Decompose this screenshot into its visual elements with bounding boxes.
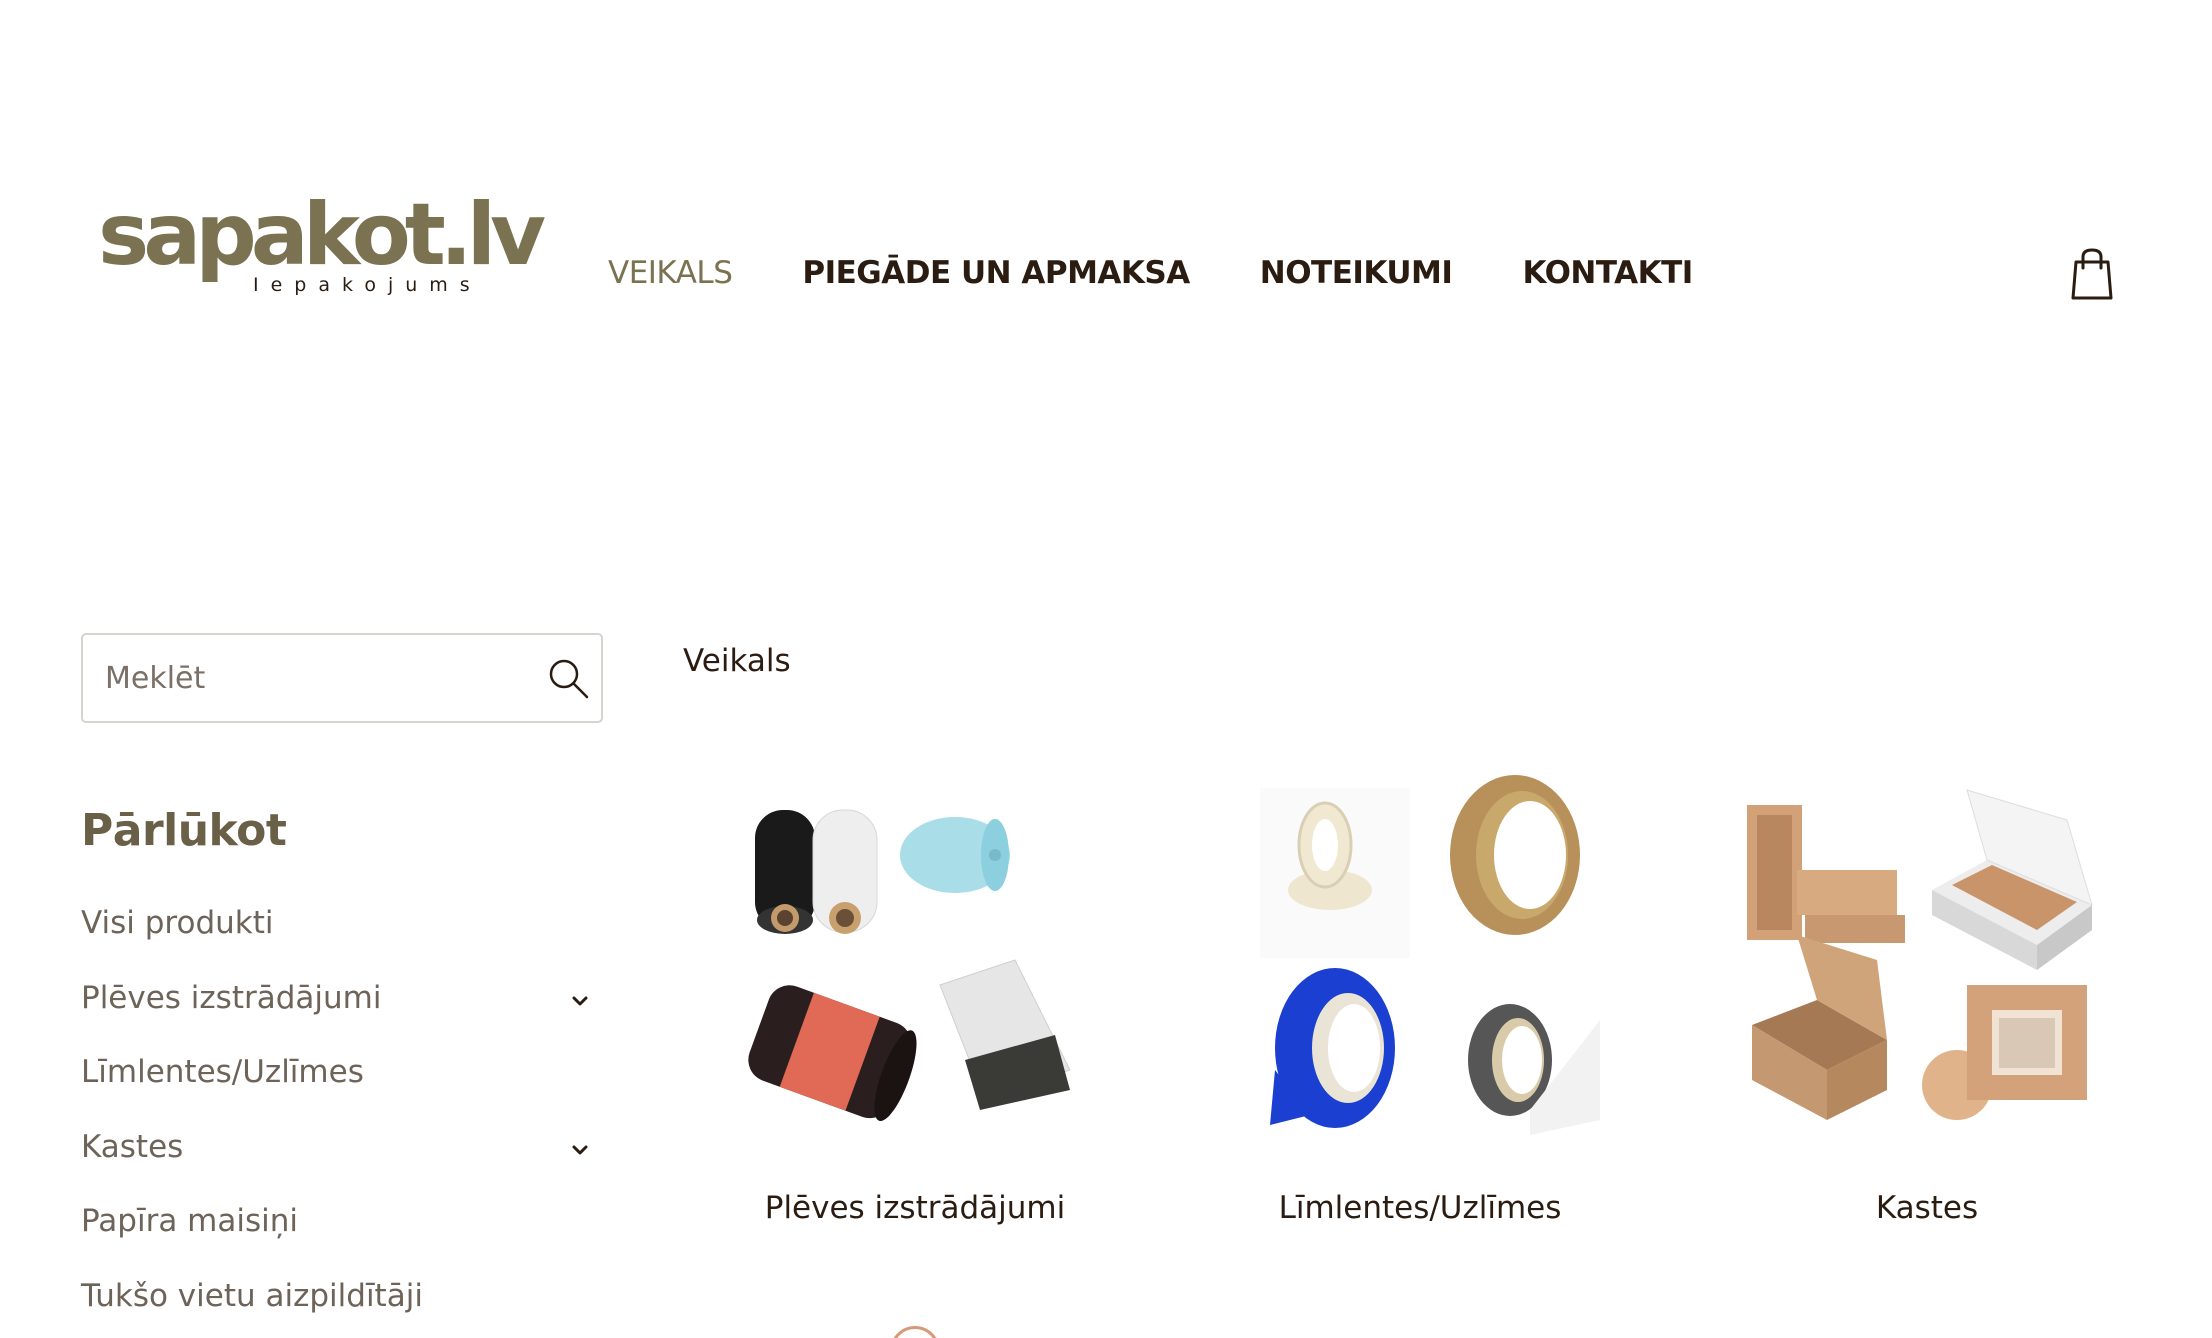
category-list: Visi produkti Plēves izstrādājumi Līmlen… [81,905,603,1338]
chevron-down-icon[interactable] [569,994,591,1008]
category-label: Plēves izstrādājumi [81,979,382,1016]
product-card-pleves[interactable]: Plēves izstrādājumi [725,770,1105,1226]
nav-noteikumi[interactable]: NOTEIKUMI [1260,255,1453,291]
nav-veikals[interactable]: VEIKALS [608,255,733,291]
product-image-tapes [1260,775,1600,1135]
category-label: Papīra maisiņi [81,1203,299,1239]
shopping-bag-icon[interactable] [2070,248,2114,302]
category-pleves-izstradajumi[interactable]: Plēves izstrādājumi [81,980,603,1055]
category-visi-produkti[interactable]: Visi produkti [81,905,603,980]
main-nav: VEIKALS PIEGĀDE UN APMAKSA NOTEIKUMI KON… [608,255,1763,291]
search-input[interactable] [105,635,525,721]
product-card-kastes[interactable]: Kastes [1737,770,2117,1226]
logo-wordmark: sapakot.lv [98,185,546,285]
chevron-down-icon[interactable] [569,1143,591,1157]
category-papira-maisini[interactable]: Papīra maisiņi [81,1203,603,1278]
category-kastes[interactable]: Kastes [81,1129,603,1204]
search-icon[interactable] [545,655,591,701]
product-label[interactable]: Kastes [1737,1190,2117,1226]
product-label[interactable]: Līmlentes/Uzlīmes [1230,1190,1610,1226]
partial-product-image [890,1326,940,1338]
category-label: Kastes [81,1128,184,1165]
breadcrumb: Veikals [683,643,791,679]
nav-piegade-un-apmaksa[interactable]: PIEGĀDE UN APMAKSA [802,255,1190,291]
product-image-boxes [1747,789,2093,1120]
category-label: Visi produkti [81,905,274,941]
category-limlentes-uzlimes[interactable]: Līmlentes/Uzlīmes [81,1054,603,1129]
category-tukso-vietu-aizpilditaji[interactable]: Tukšo vietu aizpildītāji [81,1278,603,1338]
product-card-limlentes[interactable]: Līmlentes/Uzlīmes [1230,770,1610,1226]
category-label: Tukšo vietu aizpildītāji [81,1277,423,1314]
nav-kontakti[interactable]: KONTAKTI [1522,255,1693,291]
product-label[interactable]: Plēves izstrādājumi [725,1190,1105,1226]
logo-tagline: Iepakojums [253,274,482,296]
product-image-film [748,809,1071,1122]
search-box [81,633,603,723]
logo[interactable]: sapakot.lv Iepakojums [98,185,546,302]
browse-heading: Pārlūkot [81,805,287,856]
category-label: Līmlentes/Uzlīmes [81,1054,364,1090]
